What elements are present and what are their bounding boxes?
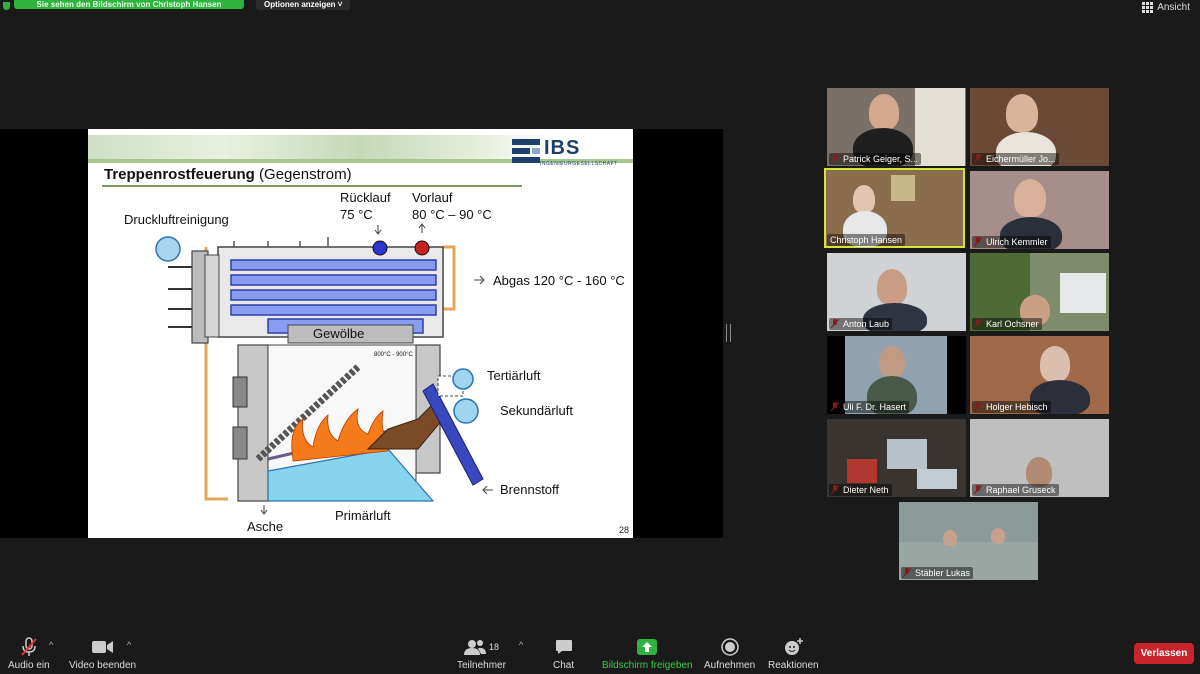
participant-tile[interactable]: Karl Ochsner	[970, 253, 1109, 331]
participant-name: Eichermüller Jo...	[972, 153, 1059, 165]
record-label: Aufnehmen	[704, 660, 756, 671]
participant-name: Anton Laub	[829, 318, 893, 330]
chat-bubble-icon	[555, 636, 573, 658]
participant-tile-active-speaker[interactable]: Christoph Hansen	[824, 168, 965, 248]
view-options-button[interactable]: Optionen anzeigen ˅	[256, 0, 351, 10]
smiley-plus-icon	[783, 636, 804, 658]
participant-name: Ulrich Kemmler	[972, 236, 1051, 248]
participant-name: Stäbler Lukas	[901, 567, 974, 579]
leave-meeting-button[interactable]: Verlassen	[1134, 643, 1194, 664]
participants-label: Teilnehmer	[457, 660, 506, 671]
label-vorlauf: Vorlauf	[412, 190, 453, 205]
splitter-handle[interactable]	[726, 324, 731, 342]
chat-button[interactable]: Chat	[553, 636, 574, 671]
label-primaerluft: Primärluft	[335, 508, 391, 523]
record-icon	[720, 636, 739, 658]
participants-button[interactable]: 18 Teilnehmer	[457, 636, 506, 671]
label-ruecklauf: Rücklauf	[340, 190, 391, 205]
presentation-slide: IBS INGENIEURGESELLSCHAFT Treppenrostfeu…	[88, 129, 633, 538]
record-button[interactable]: Aufnehmen	[704, 636, 755, 671]
participant-name: Karl Ochsner	[972, 318, 1042, 330]
share-screen-arrow-icon	[637, 636, 658, 658]
label-tertiaerluft: Tertiärluft	[487, 368, 541, 383]
participant-tile[interactable]: Anton Laub	[827, 253, 966, 331]
microphone-muted-icon	[20, 636, 38, 658]
participants-icon: 18	[463, 636, 499, 658]
label-gewoelbe: Gewölbe	[313, 326, 365, 341]
video-options-chevron-up-icon[interactable]: ^	[127, 640, 131, 650]
label-ruecklauf-temp: 75 °C	[340, 207, 373, 222]
participants-options-chevron-up-icon[interactable]: ^	[519, 640, 523, 650]
chat-label: Chat	[553, 660, 575, 671]
screen-share-banner: Sie sehen den Bildschirm von Christoph H…	[14, 0, 244, 9]
participant-tile[interactable]: Holger Hebisch	[970, 336, 1109, 414]
participant-name: Uli F. Dr. Hasert	[829, 401, 910, 413]
participant-name: Dieter Neth	[829, 484, 892, 496]
shield-icon	[3, 2, 10, 10]
participant-tile[interactable]: Uli F. Dr. Hasert	[827, 336, 966, 414]
view-label: Ansicht	[1157, 2, 1190, 13]
audio-label: Audio ein	[8, 660, 50, 671]
participant-tile[interactable]: Stäbler Lukas	[899, 502, 1038, 580]
label-asche: Asche	[247, 519, 284, 534]
participant-name: Patrick Geiger, S...	[829, 153, 922, 165]
participant-tile[interactable]: Raphael Gruseck	[970, 419, 1109, 497]
reactions-label: Reaktionen	[768, 660, 819, 671]
participant-tile[interactable]: Patrick Geiger, S...	[827, 88, 966, 166]
participant-name: Holger Hebisch	[972, 401, 1051, 413]
video-camera-icon	[91, 636, 114, 658]
audio-button[interactable]: Audio ein	[8, 636, 50, 671]
label-druckluftreinigung: Druckluftreinigung	[124, 212, 229, 227]
share-screen-label: Bildschirm freigeben	[602, 660, 693, 671]
view-options-label: Optionen anzeigen	[264, 0, 336, 9]
participant-tile[interactable]: Ulrich Kemmler	[970, 171, 1109, 249]
participant-tile[interactable]: Dieter Neth	[827, 419, 966, 497]
participant-name: Christoph Hansen	[827, 234, 906, 246]
label-sekundaerluft: Sekundärluft	[500, 403, 573, 418]
view-button[interactable]: Ansicht	[1142, 2, 1190, 13]
slide-page-number: 28	[618, 525, 629, 535]
grid-icon	[1142, 2, 1154, 13]
participant-name: Raphael Gruseck	[972, 484, 1059, 496]
label-temperature-zone: 800°C - 900°C	[374, 352, 413, 358]
participant-count: 18	[488, 642, 499, 652]
participant-tile[interactable]: Eichermüller Jo...	[970, 88, 1109, 166]
shared-screen: IBS INGENIEURGESELLSCHAFT Treppenrostfeu…	[0, 129, 723, 538]
share-screen-button[interactable]: Bildschirm freigeben	[602, 636, 693, 671]
label-vorlauf-temp: 80 °C – 90 °C	[412, 207, 492, 222]
reactions-button[interactable]: Reaktionen	[768, 636, 819, 671]
label-brennstoff: Brennstoff	[500, 482, 560, 497]
video-label: Video beenden	[69, 660, 137, 671]
label-abgas: Abgas 120 °C - 160 °C	[493, 273, 625, 288]
audio-options-chevron-up-icon[interactable]: ^	[49, 640, 53, 650]
